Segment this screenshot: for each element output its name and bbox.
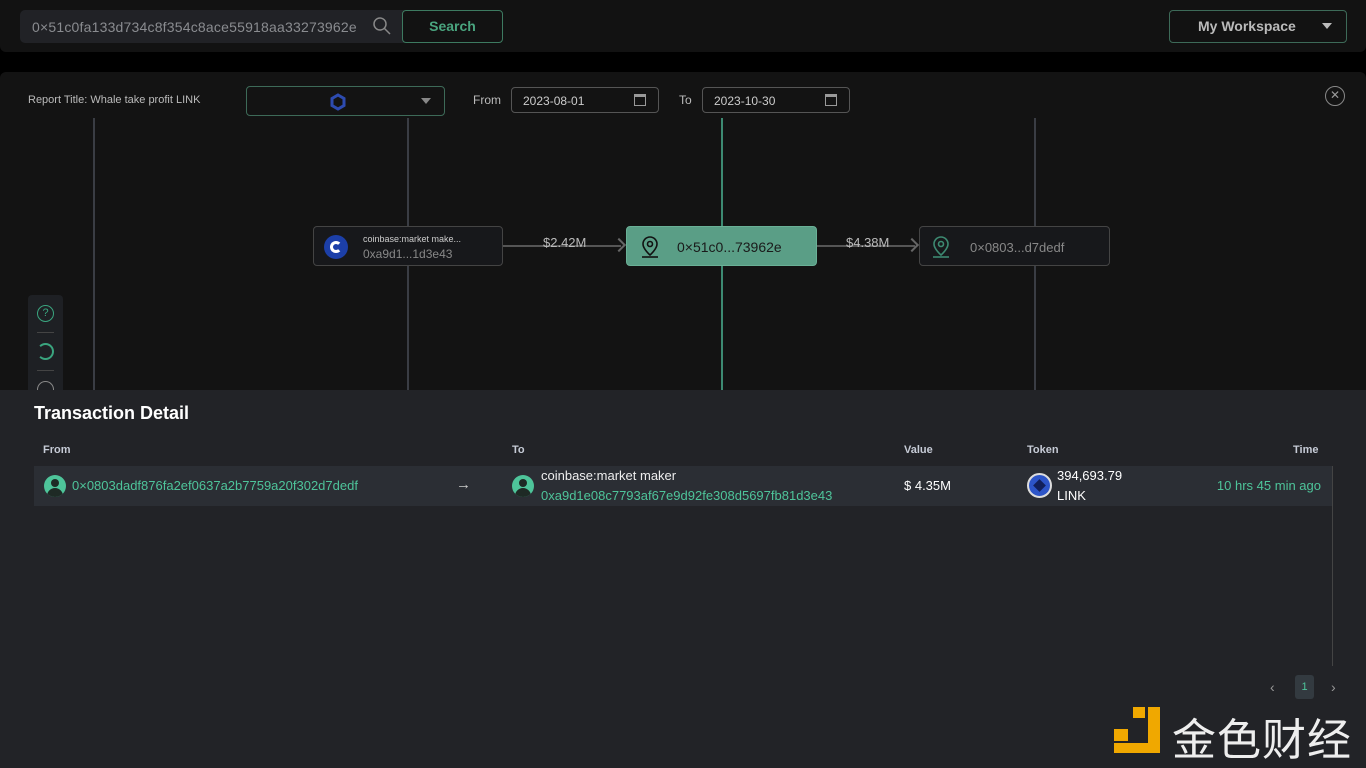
divider: [37, 332, 54, 333]
edge-value: $4.38M: [846, 235, 890, 250]
help-icon[interactable]: ?: [37, 305, 54, 322]
chainlink-icon: [330, 93, 346, 111]
prev-page-button[interactable]: ‹: [1270, 679, 1275, 695]
report-title: Report Title: Whale take profit LINK: [28, 94, 201, 106]
column-line: [93, 118, 95, 390]
workspace-label: My Workspace: [1198, 18, 1296, 34]
column-header-from: From: [43, 444, 71, 456]
workspace-dropdown[interactable]: My Workspace: [1169, 10, 1347, 43]
calendar-icon[interactable]: [825, 94, 837, 106]
coinbase-icon: [324, 235, 348, 259]
calendar-icon[interactable]: [634, 94, 646, 106]
time: 10 hrs 45 min ago: [1216, 478, 1321, 493]
search-input[interactable]: 0×51c0fa133d734c8f354c8ace55918aa3327396…: [20, 10, 404, 43]
search-button[interactable]: Search: [402, 10, 503, 43]
next-page-button[interactable]: ›: [1331, 679, 1336, 695]
close-icon[interactable]: ✕: [1325, 86, 1345, 106]
column-header-to: To: [512, 444, 525, 456]
column-header-time: Time: [1293, 444, 1319, 456]
panel-title: Transaction Detail: [34, 403, 190, 423]
node-label: coinbase:market make...: [363, 234, 462, 244]
location-pin-icon: [642, 236, 658, 258]
token-symbol: LINK: [1057, 488, 1086, 503]
from-label: From: [473, 93, 501, 107]
to-label: To: [679, 93, 692, 107]
page-1-button[interactable]: 1: [1295, 675, 1314, 699]
watermark-logo: [1114, 707, 1160, 753]
value: $ 4.35M: [904, 478, 951, 493]
node-address: 0×0803...d7dedf: [970, 240, 1065, 255]
to-address[interactable]: 0xa9d1e08c7793af67e9d92fe308d5697fb81d3e…: [541, 488, 832, 503]
search-icon[interactable]: [372, 16, 392, 36]
node-address: 0×51c0...73962e: [677, 239, 782, 255]
graph-toolbar: ?: [28, 295, 63, 395]
avatar: [44, 475, 66, 497]
arrow-right-icon: →: [456, 476, 471, 493]
divider: [37, 370, 54, 371]
token-select[interactable]: [246, 86, 445, 116]
to-date-input[interactable]: 2023-10-30: [702, 87, 850, 113]
from-date-input[interactable]: 2023-08-01: [511, 87, 659, 113]
to-label: coinbase:market maker: [541, 468, 677, 483]
refresh-icon[interactable]: [37, 343, 54, 360]
graph-node-target[interactable]: 0×51c0...73962e: [626, 226, 817, 266]
table-row[interactable]: 0×0803dadf876fa2ef0637a2b7759a20f302d7de…: [34, 466, 1332, 506]
transaction-detail-panel: [0, 390, 1366, 768]
location-pin-icon: [933, 236, 949, 258]
token-amount: 394,693.79: [1057, 468, 1123, 483]
watermark-text: 金色财经: [1172, 716, 1352, 765]
chainlink-icon: [1027, 473, 1052, 498]
graph-node-coinbase[interactable]: coinbase:market make... 0xa9d1...1d3e43: [313, 226, 503, 266]
column-header-value: Value: [904, 444, 933, 456]
scrollbar[interactable]: [1332, 466, 1333, 666]
graph-node-destination[interactable]: 0×0803...d7dedf: [919, 226, 1110, 266]
edge-value: $2.42M: [543, 235, 587, 250]
column-header-token: Token: [1027, 444, 1059, 456]
caret-down-icon: [1322, 23, 1332, 34]
from-address[interactable]: 0×0803dadf876fa2ef0637a2b7759a20f302d7de…: [72, 478, 358, 493]
caret-down-icon: [421, 98, 431, 109]
node-address: 0xa9d1...1d3e43: [363, 247, 453, 261]
avatar: [512, 475, 534, 497]
